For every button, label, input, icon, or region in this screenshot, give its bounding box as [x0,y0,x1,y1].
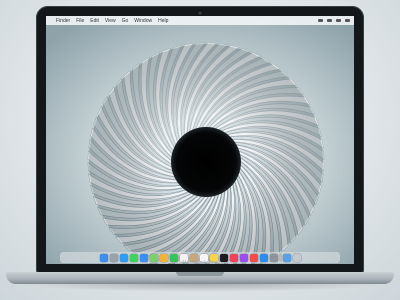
menu-item-help[interactable]: Help [158,18,168,24]
menu-item-window[interactable]: Window [134,18,152,24]
laptop-lid: Finder File Edit View Go Window Help [36,6,364,274]
menu-item-file[interactable]: File [76,18,84,24]
menu-item-go[interactable]: Go [122,18,129,24]
search-icon[interactable] [336,19,341,22]
laptop-shadow [20,284,380,292]
laptop-base [6,272,394,284]
vortex-center [171,127,241,197]
wifi-icon[interactable] [318,19,323,22]
menu-item-edit[interactable]: Edit [90,18,99,24]
menu-item-view[interactable]: View [105,18,116,24]
trackpad-notch [176,272,224,276]
menu-bar-status-area [318,19,350,22]
brand-label: MacBook Pro [182,260,218,266]
menu-bar: Finder File Edit View Go Window Help [46,16,354,25]
battery-icon[interactable] [327,19,332,22]
desktop-wallpaper[interactable] [46,25,354,264]
camera-icon [198,11,202,15]
control-center-icon[interactable] [345,19,350,22]
screen: Finder File Edit View Go Window Help [46,16,354,264]
laptop: Finder File Edit View Go Window Help Mac… [0,0,400,300]
menu-item-finder[interactable]: Finder [56,18,70,24]
